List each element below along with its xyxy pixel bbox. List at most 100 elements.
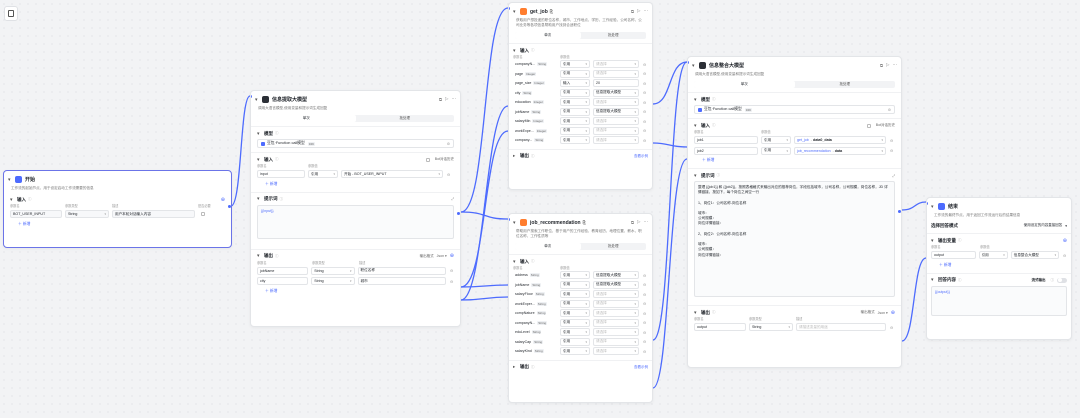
expand-chevron-icon[interactable]: ▸ (513, 154, 520, 159)
start-node[interactable]: ▾ 开始 工作流的起始节点，用于设定启动工作流需要的信息 ▾ 输入 ⓘ ⊕ 参数… (3, 170, 232, 248)
input-name-field[interactable]: job2 (694, 146, 758, 155)
collapse-chevron-icon[interactable]: ▾ (694, 123, 701, 129)
add-button[interactable]: ＋ 新增 (18, 222, 225, 228)
param-value-select[interactable]: 信息提取大模型 ▾ (593, 107, 639, 116)
param-mode-select[interactable]: 输入 ▾ (560, 79, 590, 88)
param-value-select[interactable]: 信息提取大模型 ▾ (593, 271, 639, 280)
remove-icon[interactable]: ⊖ (889, 138, 894, 143)
collapse-chevron-icon[interactable]: ▾ (931, 277, 938, 283)
param-value-select[interactable]: 信息提取大模型 ▾ (593, 88, 639, 97)
add-param-icon[interactable]: ⊕ (891, 310, 895, 316)
add-button[interactable]: ＋ 新增 (265, 182, 454, 188)
required-checkbox[interactable] (201, 212, 205, 216)
param-value-select[interactable]: 20 (593, 79, 639, 88)
param-mode-select[interactable]: 引用 ▾ (560, 337, 590, 346)
output-format-select[interactable]: Json ▾ (437, 254, 447, 258)
remove-icon[interactable]: ⊖ (642, 128, 647, 133)
collapse-chevron-icon[interactable]: ▾ (513, 48, 520, 54)
ref-mode-select[interactable]: 引用 ▾ (308, 170, 338, 178)
collapse-chevron-icon[interactable]: ▾ (513, 259, 520, 265)
remove-icon[interactable]: ⊖ (1062, 253, 1067, 258)
tab-single[interactable]: 单次 (694, 81, 795, 88)
output-desc-field[interactable]: 城市 (357, 277, 447, 285)
collapse-chevron-icon[interactable]: ▾ (257, 196, 264, 202)
collapse-chevron-icon[interactable]: ▾ (10, 197, 17, 203)
param-desc-field[interactable]: 用户本轮对话输入内容 (112, 210, 195, 218)
summary-llm-node[interactable]: ▾ 信息整合大模型 ⧉ ▷ ⋯ 调用大语言模型,使用变量和提示词生成回复 单次 批处… (687, 56, 902, 368)
tab-batch[interactable]: 批处理 (581, 243, 647, 250)
remove-icon[interactable]: ⊖ (642, 81, 647, 86)
param-mode-select[interactable]: 引用 ▾ (560, 290, 590, 299)
param-mode-select[interactable]: 引用 ▾ (560, 309, 590, 318)
remove-icon[interactable]: ⊖ (642, 138, 647, 143)
more-icon[interactable]: ⋯ (644, 220, 649, 226)
param-value-select[interactable]: 请选择 ▾ (593, 318, 639, 327)
param-mode-select[interactable]: 引用 ▾ (560, 88, 590, 97)
remove-icon[interactable]: ⊖ (642, 292, 647, 297)
param-value-select[interactable]: 请选择 ▾ (593, 299, 639, 308)
output-name-field[interactable]: output (694, 323, 746, 331)
run-icon[interactable]: ▷ (445, 97, 448, 103)
param-mode-select[interactable]: 引用 ▾ (560, 347, 590, 356)
output-port[interactable] (227, 204, 231, 209)
intent-llm-node[interactable]: ▾ 信息提取大模型 ⧉ ▷ ⋯ 调用大语言模型,使用变量和提示词生成回复 单次 … (250, 90, 461, 327)
add-param-icon[interactable]: ⊕ (1063, 238, 1067, 244)
param-mode-select[interactable]: 引用 ▾ (560, 69, 590, 78)
settings-icon[interactable]: ⚙ (447, 142, 450, 146)
remove-icon[interactable]: ⊖ (642, 311, 647, 316)
job-recommendation-plugin-node[interactable]: ▾ job_recommendation ⎘ ⧉ ▷ ⋯ 帮助用户搜索工作职位，基于… (508, 213, 653, 403)
view-example-link[interactable]: 查看示例 (634, 154, 648, 159)
output-name-field[interactable]: jobName (257, 266, 309, 275)
param-value-select[interactable]: 请选择 ▾ (593, 290, 639, 299)
end-node[interactable]: ▾ 结束 工作流的最终节点，用于返回工作流运行后的结果信息 选择回答模式 使用设… (926, 197, 1072, 340)
remove-icon[interactable]: ⊖ (642, 119, 647, 124)
input-name-field[interactable]: input (257, 170, 305, 178)
history-checkbox[interactable] (866, 123, 871, 128)
remove-icon[interactable]: ⊖ (642, 62, 647, 67)
add-button[interactable]: ＋ 新增 (265, 289, 454, 295)
param-value-select[interactable]: 请选择 ▾ (593, 136, 639, 145)
collapse-chevron-icon[interactable]: ▾ (513, 220, 520, 226)
collapse-chevron-icon[interactable]: ▾ (694, 310, 701, 316)
collapse-chevron-icon[interactable]: ▾ (931, 238, 938, 244)
get-job-plugin-node[interactable]: ▾ get_job ⎘ ⧉ ▷ ⋯ 获取用户想投递的职位名称，城市，工作地点，学历，… (508, 2, 653, 190)
remove-icon[interactable]: ⊖ (449, 279, 454, 284)
remove-icon[interactable]: ⊖ (642, 339, 647, 344)
param-value-select[interactable]: 请选择 ▾ (593, 328, 639, 337)
run-icon[interactable]: ▷ (886, 63, 889, 69)
copy-icon[interactable]: ⧉ (631, 9, 634, 15)
tab-batch[interactable]: 批处理 (795, 81, 896, 88)
more-icon[interactable]: ⋯ (644, 9, 649, 15)
param-mode-select[interactable]: 引用 ▾ (560, 60, 590, 69)
add-param-icon[interactable]: ⊕ (221, 197, 225, 203)
settings-icon[interactable]: ⚙ (888, 108, 891, 112)
remove-icon[interactable]: ⊖ (642, 273, 647, 278)
copy-icon[interactable]: ⧉ (880, 63, 883, 69)
tab-single[interactable]: 单次 (515, 32, 581, 39)
param-mode-select[interactable]: 引用 ▾ (560, 98, 590, 107)
output-type-select[interactable]: String ▾ (749, 323, 793, 331)
remove-icon[interactable]: ⊖ (642, 320, 647, 325)
tab-batch[interactable]: 批处理 (581, 32, 647, 39)
remove-icon[interactable]: ⊖ (642, 100, 647, 105)
remove-icon[interactable]: ⊖ (446, 172, 451, 177)
expand-icon[interactable]: ⤢ (892, 174, 895, 178)
output-port[interactable] (456, 211, 460, 216)
var-name-field[interactable]: output (931, 251, 976, 259)
ref-mode-select[interactable]: 引用 ▾ (978, 251, 1008, 259)
output-type-select[interactable]: String ▾ (311, 277, 355, 285)
param-mode-select[interactable]: 引用 ▾ (560, 126, 590, 135)
add-param-icon[interactable]: ⊕ (450, 253, 454, 259)
history-checkbox[interactable] (425, 157, 430, 162)
expand-chevron-icon[interactable]: ▸ (513, 365, 520, 370)
copy-icon[interactable]: ⧉ (439, 97, 442, 103)
remove-icon[interactable]: ⊖ (642, 301, 647, 306)
param-value-select[interactable]: 请选择 ▾ (593, 60, 639, 69)
run-icon[interactable]: ▷ (637, 220, 640, 226)
ref-value-select[interactable]: get_job - data0_data ▾ (794, 136, 886, 144)
param-mode-select[interactable]: 引用 ▾ (560, 318, 590, 327)
output-port[interactable] (897, 209, 901, 214)
output-desc-field[interactable]: 职位名称 (357, 266, 447, 275)
more-icon[interactable]: ⋯ (893, 63, 898, 69)
expand-icon[interactable]: ⤢ (451, 197, 454, 201)
